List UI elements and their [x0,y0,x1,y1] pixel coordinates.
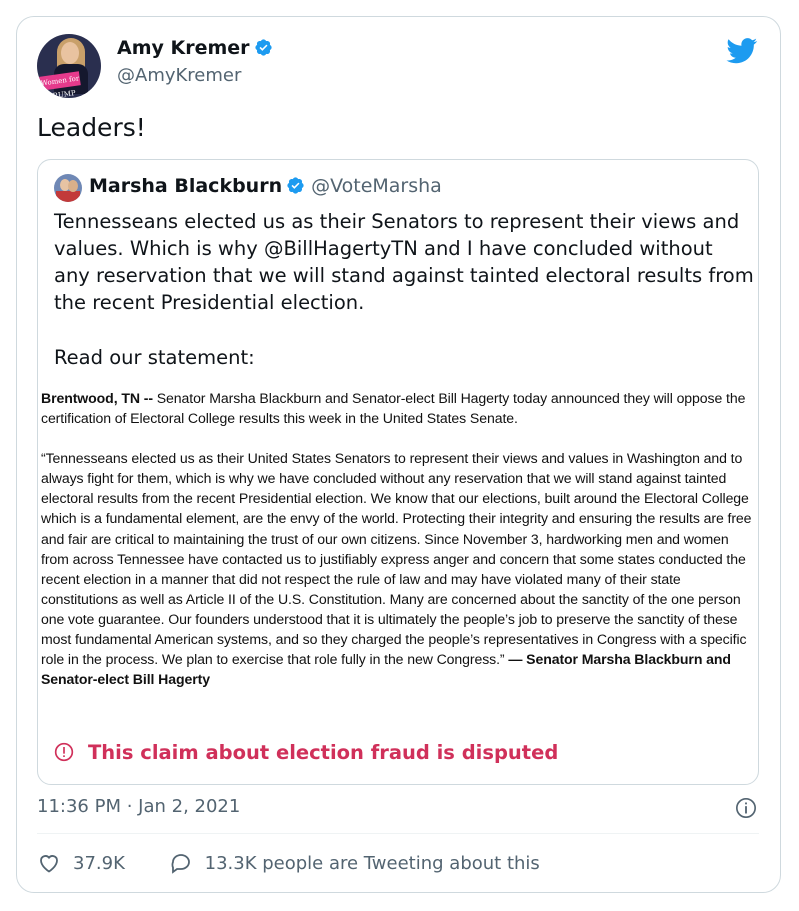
quoted-text-lead: Read our statement: [54,346,255,369]
twitter-bird-icon[interactable] [726,38,758,64]
like-action[interactable]: 37.9K [37,851,125,875]
statement-image[interactable]: Brentwood, TN -- Senator Marsha Blackbur… [41,388,753,689]
quoted-author-name[interactable]: Marsha Blackburn [89,175,282,197]
avatar-sign: Women for TRUMP [39,71,81,98]
statement-paragraph-2: “Tennesseans elected us as their United … [41,448,753,689]
author-name[interactable]: Amy Kremer [117,37,273,59]
quoted-author-avatar[interactable] [54,174,82,202]
info-icon[interactable] [735,797,757,819]
quoted-author-row: Marsha Blackburn @VoteMarsha [89,175,442,197]
quoted-tweet[interactable]: Marsha Blackburn @VoteMarsha Tennesseans … [37,159,759,785]
author-name-text[interactable]: Amy Kremer [117,37,250,59]
verified-badge-icon [254,39,272,56]
comment-action[interactable]: 13.3K people are Tweeting about this [169,851,540,875]
dispute-warning[interactable]: This claim about election fraud is dispu… [54,741,558,764]
tweet-timestamp[interactable]: 11:36 PM · Jan 2, 2021 [37,796,240,817]
dispute-warning-text[interactable]: This claim about election fraud is dispu… [88,741,558,764]
alert-circle-icon [54,742,74,762]
author-handle[interactable]: @AmyKremer [117,65,241,86]
like-count: 37.9K [73,852,125,874]
action-bar: 37.9K 13.3K people are Tweeting about th… [37,851,540,880]
verified-badge-icon [287,177,304,194]
quoted-text-body: Tennesseans elected us as their Senators… [54,210,754,314]
statement-paragraph-1: Brentwood, TN -- Senator Marsha Blackbur… [41,388,753,428]
heart-icon [40,855,58,873]
statement-p2-text: “Tennesseans elected us as their United … [41,450,752,668]
divider [37,833,759,834]
quoted-tweet-text: Tennesseans elected us as their Senators… [54,208,754,371]
author-avatar[interactable]: Women for TRUMP [37,34,101,98]
comment-icon [171,854,190,874]
quoted-author-handle[interactable]: @VoteMarsha [311,175,442,197]
tweeting-about-text: 13.3K people are Tweeting about this [204,852,540,874]
statement-dateline: Brentwood, TN -- [41,390,153,406]
tweet-text: Leaders! [37,113,146,142]
